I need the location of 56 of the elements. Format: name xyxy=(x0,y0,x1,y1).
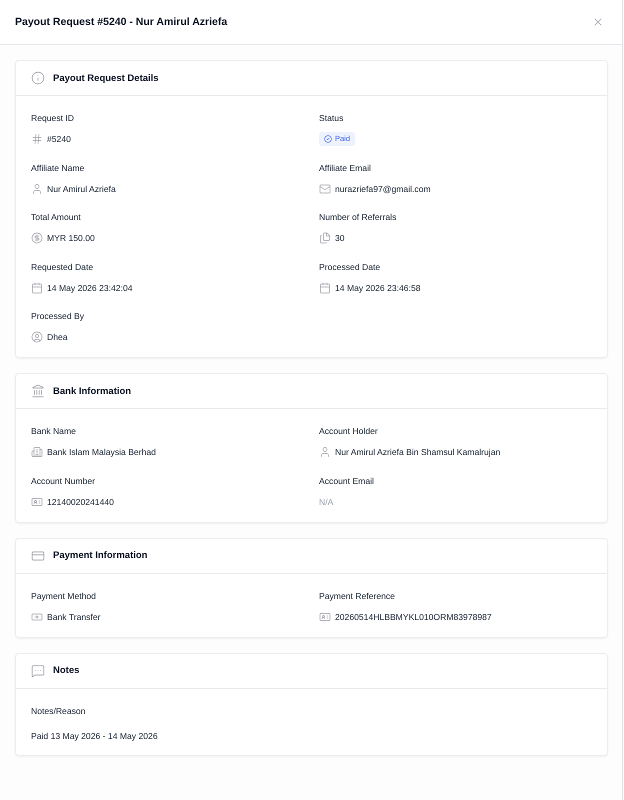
field-label: Affiliate Email xyxy=(319,162,371,174)
field-value: 30 xyxy=(335,232,345,244)
field-label: Number of Referrals xyxy=(319,211,396,223)
field-label: Total Amount xyxy=(31,211,81,223)
field-value: nurazriefa97@gmail.com xyxy=(335,182,431,194)
user-icon xyxy=(31,182,43,194)
user-circle-icon xyxy=(31,331,43,343)
field-value: Bank Transfer xyxy=(47,610,100,622)
field-value: 14 May 2026 23:46:58 xyxy=(335,282,421,294)
field-label: Request ID xyxy=(31,112,74,124)
check-circle-icon xyxy=(324,135,332,143)
field-label: Account Email xyxy=(319,474,374,486)
building-icon xyxy=(31,446,43,458)
field-value: Nur Amirul Azriefa xyxy=(47,182,116,194)
info-icon xyxy=(31,71,45,85)
section-title: Payout Request Details xyxy=(53,72,159,84)
dialog-title: Payout Request #5240 - Nur Amirul Azriefa xyxy=(15,16,228,28)
note-text: Paid 13 May 2026 - 14 May 2026 xyxy=(31,730,158,742)
hash-icon xyxy=(31,133,43,145)
field-value: MYR 150.00 xyxy=(47,232,95,244)
field-label: Payment Method xyxy=(31,590,96,602)
field-label: Bank Name xyxy=(31,425,76,437)
field-label: Account Holder xyxy=(319,425,378,437)
field-value: Nur Amirul Azriefa Bin Shamsul Kamalrujan xyxy=(335,446,500,458)
field-label: Affiliate Name xyxy=(31,162,84,174)
user-icon xyxy=(319,446,331,458)
field-label: Requested Date xyxy=(31,260,94,272)
mail-icon xyxy=(319,182,331,194)
field-value: 20260514HLBBMYKL010ORM83978987 xyxy=(335,610,492,622)
chat-bubble-icon xyxy=(31,664,45,678)
banknote-icon xyxy=(31,610,43,622)
bank-icon xyxy=(31,384,45,398)
section-title: Notes xyxy=(53,665,80,676)
field-value: 12140020241440 xyxy=(47,496,114,508)
field-label: Status xyxy=(319,112,344,124)
field-value: Bank Islam Malaysia Berhad xyxy=(47,446,156,458)
field-value: #5240 xyxy=(47,133,71,145)
close-button[interactable] xyxy=(592,16,604,28)
close-icon xyxy=(592,16,604,28)
files-icon xyxy=(319,232,331,244)
field-label: Account Number xyxy=(31,474,96,486)
calendar-icon xyxy=(319,282,331,294)
field-value: 14 May 2026 23:42:04 xyxy=(47,282,133,294)
field-value: Dhea xyxy=(47,331,68,343)
section-title: Bank Information xyxy=(53,386,132,396)
field-label: Payment Reference xyxy=(319,590,395,602)
field-label: Processed By xyxy=(31,310,84,322)
section-title: Payment Information xyxy=(53,550,148,561)
field-label: Processed Date xyxy=(319,260,380,272)
field-value: N/A xyxy=(319,496,334,508)
id-card-icon xyxy=(31,496,43,508)
calendar-icon xyxy=(31,282,43,294)
dollar-circle-icon xyxy=(31,232,43,244)
field-label: Notes/Reason xyxy=(31,704,86,716)
id-card-icon xyxy=(319,610,331,622)
credit-card-icon xyxy=(31,548,45,562)
